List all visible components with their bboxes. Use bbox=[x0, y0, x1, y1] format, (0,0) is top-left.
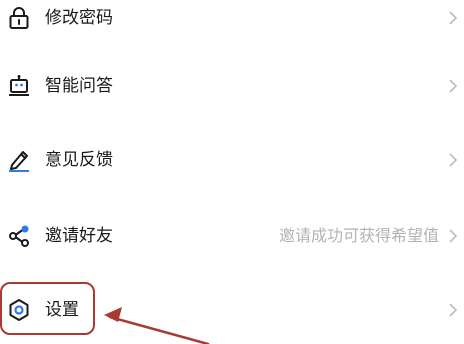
menu-item-label: 意见反馈 bbox=[45, 150, 113, 170]
menu-item-label: 修改密码 bbox=[45, 8, 113, 28]
chevron-right-icon bbox=[447, 300, 459, 320]
menu-item-feedback[interactable]: 意见反馈 bbox=[0, 134, 464, 186]
menu-item-change-password[interactable]: 修改密码 bbox=[0, 0, 464, 44]
settings-icon bbox=[7, 298, 31, 322]
robot-icon bbox=[7, 74, 31, 98]
menu-item-smart-qa[interactable]: 智能问答 bbox=[0, 60, 464, 112]
menu-item-label: 邀请好友 bbox=[45, 226, 113, 246]
chevron-right-icon bbox=[447, 8, 459, 28]
invite-reward-hint: 邀请成功可获得希望值 bbox=[278, 226, 439, 245]
pen-icon bbox=[7, 148, 31, 172]
settings-menu-page: 修改密码 智能问答 意见反馈 邀请好友 邀请成功可获得希望值 设置 bbox=[0, 0, 464, 344]
chevron-right-icon bbox=[447, 150, 459, 170]
share-icon bbox=[7, 224, 31, 248]
chevron-right-icon bbox=[447, 226, 459, 246]
menu-item-label: 设置 bbox=[45, 300, 79, 320]
lock-icon bbox=[7, 6, 31, 30]
menu-item-invite-friends[interactable]: 邀请好友 邀请成功可获得希望值 bbox=[0, 210, 464, 262]
menu-item-settings[interactable]: 设置 bbox=[0, 284, 464, 336]
chevron-right-icon bbox=[447, 76, 459, 96]
menu-item-label: 智能问答 bbox=[45, 76, 113, 96]
